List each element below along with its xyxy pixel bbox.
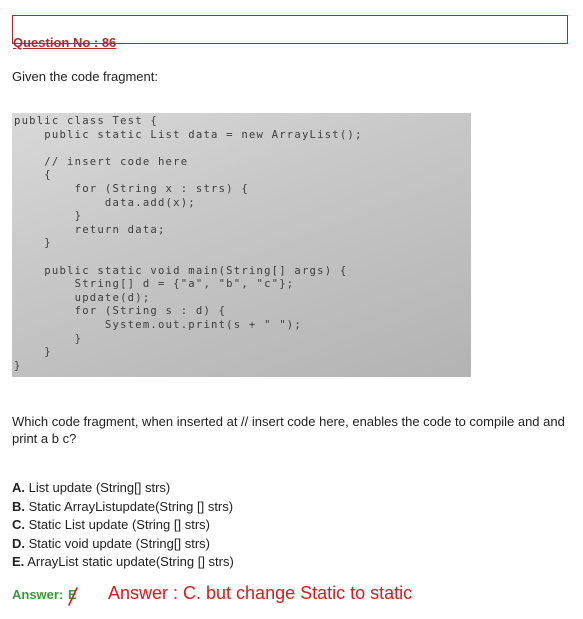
code-line: // insert code here <box>14 155 189 168</box>
option-letter: D. <box>12 535 25 551</box>
code-line: update(d); <box>14 291 151 304</box>
code-line: for (String x : strs) { <box>14 182 249 195</box>
code-line: data.add(x); <box>14 196 196 209</box>
question-header: Question No : 86 <box>13 35 117 50</box>
option-letter: C. <box>12 517 25 532</box>
code-line: return data; <box>14 223 166 236</box>
option-a: A. List update (String[] strs) <box>12 479 234 498</box>
code-line: } <box>14 237 52 250</box>
code-line: } <box>14 210 83 223</box>
option-letter: A. <box>12 480 25 495</box>
option-text: Static ArrayListupdate(String [] strs) <box>28 498 234 514</box>
code-line: public class Test { <box>14 115 158 127</box>
code-line: } <box>14 359 22 372</box>
code-line: } <box>14 332 83 345</box>
option-e: E. ArrayList static update(String [] str… <box>12 553 234 572</box>
option-letter: E. <box>12 554 25 569</box>
answer-label: Answer: <box>12 587 64 602</box>
options-list: A. List update (String[] strs) B. Static… <box>12 479 234 572</box>
code-line: } <box>14 346 52 359</box>
strike-mark-icon <box>68 587 78 606</box>
code-line: for (String s : d) { <box>14 305 227 318</box>
code-line: System.out.print(s + " "); <box>14 318 302 331</box>
option-b: B. Static ArrayListupdate(String [] strs… <box>12 498 234 517</box>
code-block: public class Test { public static List d… <box>14 115 363 373</box>
code-image: public class Test { public static List d… <box>12 113 471 377</box>
intro-text: Given the code fragment: <box>12 69 158 84</box>
option-text: Static void update (String[] strs) <box>28 535 210 551</box>
code-line: public static void main(String[] args) { <box>14 264 348 277</box>
code-line: { <box>14 169 52 182</box>
code-line: public static List data = new ArrayList(… <box>14 128 363 141</box>
option-text: List update (String[] strs) <box>28 480 171 495</box>
handwritten-note: Answer : C. but change Static to static <box>108 583 413 603</box>
option-text: Static List update (String [] strs) <box>28 517 210 532</box>
code-line: String[] d = {"a", "b", "c"}; <box>14 278 295 291</box>
option-letter: B. <box>12 498 25 514</box>
option-c: C. Static List update (String [] strs) <box>12 516 234 535</box>
option-d: D. Static void update (String[] strs) <box>12 535 234 554</box>
question-text: Which code fragment, when inserted at //… <box>12 414 565 446</box>
option-text: ArrayList static update(String [] strs) <box>27 554 234 569</box>
